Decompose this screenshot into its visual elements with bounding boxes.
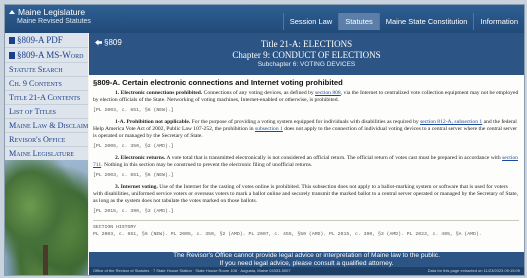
paragraph-1a: 1-A. Prohibition not applicable. For the… — [93, 119, 519, 140]
chapter-heading: Chapter 9: CONDUCT OF ELECTIONS — [232, 50, 381, 60]
history-note: [PL 2015, c. 390, §3 (AMD).] — [93, 209, 174, 214]
word-doc-icon — [9, 52, 15, 59]
nav-information[interactable]: Information — [473, 13, 524, 30]
sidebar-item-list-of-titles[interactable]: List of Titles — [5, 105, 88, 119]
nav-statutes[interactable]: Statutes — [338, 13, 379, 30]
sidebar-item-word[interactable]: §809-A MS-Word — [5, 48, 88, 63]
top-banner: Maine Legislature Maine Revised Statutes… — [5, 5, 524, 33]
legal-disclaimer: The Revisor's Office cannot provide lega… — [89, 252, 524, 267]
para-label: 3. Internet voting. — [115, 184, 158, 190]
history-note: [PL 2005, c. 350, §2 (AMD).] — [93, 144, 174, 149]
section-link[interactable]: subsection 1 — [255, 126, 283, 132]
tree-photo — [5, 160, 88, 275]
sidebar: §809-A PDF §809-A MS-Word Statute Search… — [5, 33, 88, 275]
up-arrow-icon — [9, 10, 15, 14]
disclaimer-line-1: The Revisor's Office cannot provide lega… — [173, 252, 440, 259]
paragraph-2: 2. Electronic returns. A vote total that… — [93, 155, 519, 169]
para-text: . Nothing in this section may be constru… — [101, 162, 313, 168]
sidebar-item-revisors-office[interactable]: Revisor's Office — [5, 133, 88, 147]
para-label: 1-A. Prohibition not applicable. — [115, 119, 191, 125]
section-link[interactable]: section 812-A, subsection 1 — [420, 119, 482, 125]
subchapter-heading: Subchapter 6: VOTING DEVICES — [257, 61, 356, 68]
sidebar-item-pdf[interactable]: §809-A PDF — [5, 33, 88, 48]
sidebar-label: §809-A MS-Word — [17, 50, 84, 60]
pdf-icon — [9, 37, 15, 44]
section-link[interactable]: section 808 — [315, 90, 341, 96]
site-subtitle: Maine Revised Statutes — [17, 18, 91, 25]
footer-timestamp: Data for this page extracted on 11/23/20… — [427, 268, 520, 273]
sidebar-item-title-contents[interactable]: Title 21-A Contents — [5, 91, 88, 105]
title-heading: Title 21-A: ELECTIONS — [260, 39, 353, 49]
tree-trunk — [43, 245, 48, 275]
main-content: §809 Title 21-A: ELECTIONS Chapter 9: CO… — [89, 33, 524, 275]
footer-address: Office of the Revisor of Statutes · 7 St… — [93, 268, 291, 273]
disclaimer-line-2: If you need legal advice, please consult… — [219, 259, 394, 267]
sidebar-item-chapter-contents[interactable]: Ch. 9 Contents — [5, 77, 88, 91]
sidebar-item-legislature[interactable]: Maine Legislature — [5, 147, 88, 161]
para-label: 1. Electronic connections prohibited. — [115, 90, 203, 96]
site-logo[interactable]: Maine Legislature Maine Revised Statutes — [9, 7, 91, 26]
top-nav: Session Law Statutes Maine State Constit… — [282, 13, 524, 30]
title-header: §809 Title 21-A: ELECTIONS Chapter 9: CO… — [89, 33, 524, 75]
site-name: Maine Legislature — [18, 7, 86, 17]
para-text: A vote total that is transmitted electro… — [165, 155, 503, 161]
para-label: 2. Electronic returns. — [115, 155, 166, 161]
statute-body: §809-A. Certain electronic connections a… — [93, 79, 519, 238]
history-note: [PL 2003, c. 651, §6 (NEW).] — [93, 108, 174, 113]
para-text: Connections of any voting devices, as de… — [202, 90, 316, 96]
paragraph-1: 1. Electronic connections prohibited. Co… — [93, 90, 519, 104]
sidebar-item-disclaimer[interactable]: Maine Law & Disclaimer — [5, 119, 88, 133]
nav-session-law[interactable]: Session Law — [282, 13, 339, 30]
sidebar-label: §809-A PDF — [17, 35, 63, 45]
page-frame: Maine Legislature Maine Revised Statutes… — [4, 4, 525, 276]
paragraph-3: 3. Internet voting. Use of the Internet … — [93, 184, 519, 205]
section-heading: §809-A. Certain electronic connections a… — [93, 78, 343, 87]
section-history-label: SECTION HISTORY — [93, 225, 137, 230]
nav-constitution[interactable]: Maine State Constitution — [378, 13, 474, 30]
divider — [93, 220, 519, 221]
history-note: [PL 2003, c. 651, §6 (NEW).] — [93, 173, 174, 178]
section-history: PL 2003, c. 651, §6 (NEW). PL 2005, c. 3… — [93, 232, 482, 237]
sidebar-item-statute-search[interactable]: Statute Search — [5, 63, 88, 77]
footer: Office of the Revisor of Statutes · 7 St… — [89, 267, 524, 275]
para-text: For the purpose of providing a voting sy… — [190, 119, 421, 125]
